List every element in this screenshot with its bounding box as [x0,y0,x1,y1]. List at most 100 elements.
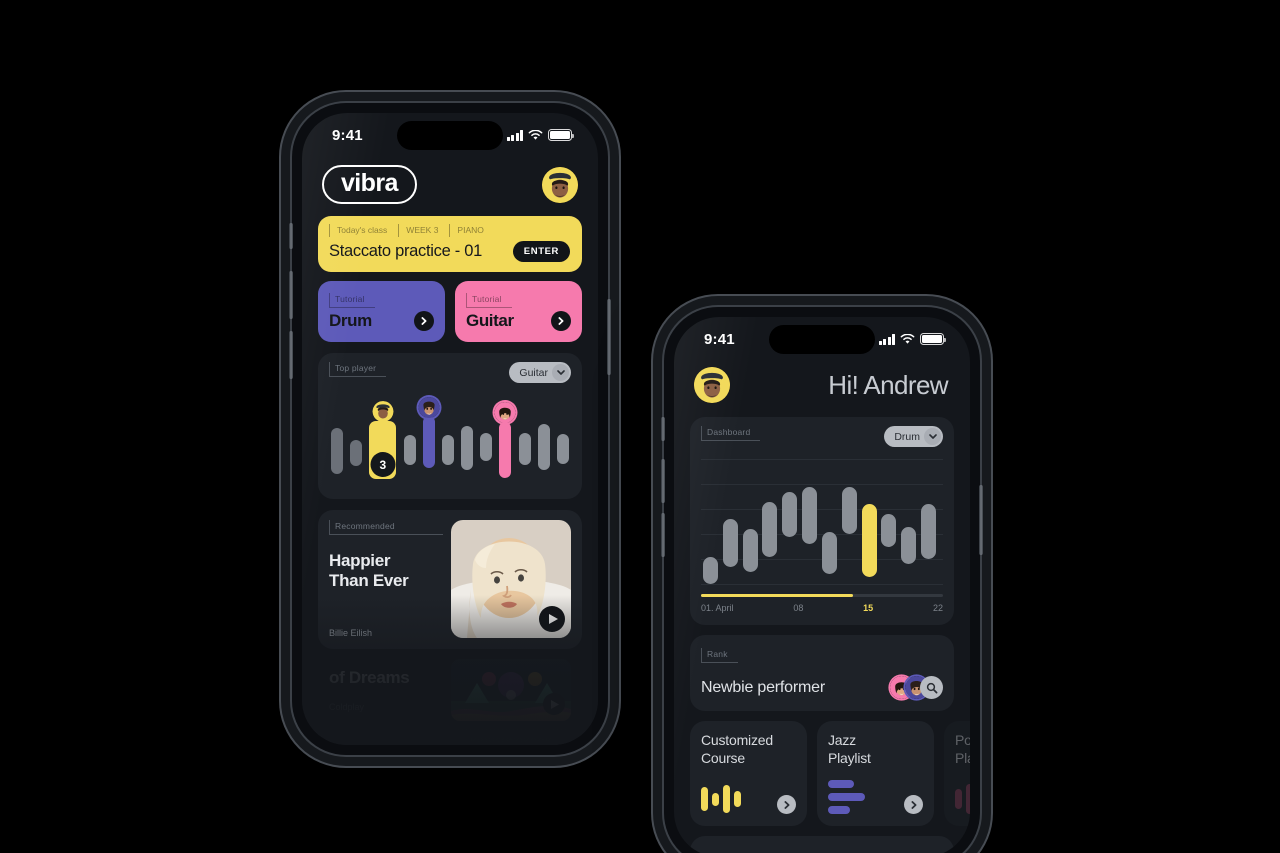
wifi-icon [900,333,915,344]
chart-progress-slider[interactable] [701,594,943,597]
chart-bar [802,486,818,544]
chart-bars [701,459,943,584]
mini-card-title-0: Customized Course [701,732,773,766]
avatar [418,397,440,418]
rank-avatars[interactable] [890,676,943,699]
greeting-title: Hi! Andrew [828,369,948,400]
class-meta: Today's class WEEK 3 PIANO [329,224,570,237]
mini-card-customized-course[interactable]: Customized Course [690,721,807,826]
app-logo[interactable]: vibra [322,165,417,204]
power-button[interactable] [979,485,983,555]
wifi-icon [528,129,543,140]
lines-icon [828,780,865,814]
status-bar-right: 9:41 [674,317,970,361]
chart-bar [762,501,778,557]
album-art-3: KIMHEUNGKOOK [451,729,571,745]
equalizer-icon [701,784,741,814]
mini-card-jazz-playlist[interactable]: Jazz Playlist [817,721,934,826]
volume-down-button[interactable] [289,331,293,379]
eq-bar-top2[interactable] [418,397,440,468]
axis-label-0: 01. April [701,603,734,613]
chart-progress-fill [701,594,854,597]
chevron-right-icon[interactable] [904,795,923,814]
chevron-right-icon[interactable] [777,795,796,814]
search-icon[interactable] [920,676,943,699]
avatar[interactable] [542,166,578,203]
status-time: 9:41 [332,126,363,144]
recommended-card-3[interactable]: Kim Heung Kook KIMHEUNGKOOK [318,729,582,745]
tutorial-card-drum[interactable]: Tutorial Drum [318,281,445,342]
todays-class-card[interactable]: Today's class WEEK 3 PIANO Staccato prac… [318,216,582,272]
avatar [494,402,516,423]
rank-title: Newbie performer [701,678,825,696]
instrument-filter-dropdown[interactable]: Guitar [509,362,571,383]
tutorial-row: Tutorial Drum Tutorial Guitar [318,281,582,342]
dynamic-island [397,121,503,150]
chevron-right-icon[interactable] [414,311,434,331]
chart-bar [921,504,937,559]
recommended-card-2[interactable]: of Dreams Coldplay [318,659,582,721]
play-icon [548,614,558,624]
avatar [372,401,394,422]
dashboard-chart [701,459,943,585]
eq-bar-top3[interactable] [494,402,516,478]
rank-badge: 3 [370,452,396,477]
battery-icon [548,129,575,141]
right-scroll[interactable]: Dashboard Drum 01. April 08 15 22 Rank N… [674,417,970,853]
battery-icon [920,333,947,345]
play-button-2[interactable] [543,693,565,715]
volume-up-button[interactable] [661,459,665,503]
rank-card[interactable]: Rank Newbie performer [690,635,954,711]
left-scroll[interactable]: Today's class WEEK 3 PIANO Staccato prac… [302,216,598,745]
status-icons [506,129,575,141]
mini-card-title-2: PopPlaylist [955,732,970,766]
eq-bar [518,433,531,465]
album-art [451,520,571,638]
axis-label-1: 08 [793,603,804,613]
power-button[interactable] [607,299,611,375]
cellular-bars-icon [878,333,895,345]
mini-card-pop-playlist[interactable]: PopPlaylist [944,721,970,826]
tutorial-tag-drum: Tutorial [329,293,375,308]
chevron-down-icon[interactable] [552,364,569,381]
chevron-down-icon[interactable] [924,428,941,445]
left-header: vibra [302,157,598,216]
cellular-bars-icon [506,129,523,141]
silent-switch[interactable] [661,417,665,441]
avatar[interactable] [694,367,730,403]
right-header: Hi! Andrew [674,361,970,417]
right-screen: 9:41 Hi! Andrew Dashboard Drum 01. April… [674,317,970,853]
silent-switch[interactable] [289,223,293,249]
chart-bar [821,531,837,574]
play-button[interactable] [539,606,565,632]
chart-bar [881,514,897,547]
dashboard-card: Dashboard Drum 01. April 08 15 22 [690,417,954,625]
tutorial-tag-guitar: Tutorial [466,293,512,308]
enter-button[interactable]: ENTER [512,241,570,262]
play-icon [551,699,559,709]
recommended-card[interactable]: Recommended Happier Than Ever Billie Eili… [318,510,582,649]
dashboard-filter-dropdown[interactable]: Drum [884,426,943,447]
chart-bar [722,519,738,567]
status-bar-left: 9:41 [302,113,598,157]
mini-card-title-1: Jazz Playlist [828,732,871,766]
class-title: Staccato practice - 01 [329,242,482,260]
eq-bar [403,435,416,465]
dashboard-tag: Dashboard [701,426,761,441]
mini-card-row[interactable]: Customized Course Jazz Playlist Po Pl [690,721,970,826]
chart-bar [703,556,718,584]
next-card-peek[interactable] [690,836,954,853]
tutorial-card-guitar[interactable]: Tutorial Guitar [455,281,582,342]
class-meta-2: PIANO [449,224,494,237]
status-icons [878,333,947,345]
class-meta-1: WEEK 3 [398,224,449,237]
volume-up-button[interactable] [289,271,293,319]
chart-bar-highlight[interactable] [861,504,877,577]
volume-down-button[interactable] [661,513,665,557]
axis-label-3: 22 [932,603,943,613]
chart-bar [901,526,917,564]
chevron-right-icon[interactable] [551,311,571,331]
eq-bar-top1[interactable]: 3 [369,401,397,479]
eq-bar [537,424,550,470]
recommended-tag: Recommended [329,520,443,535]
